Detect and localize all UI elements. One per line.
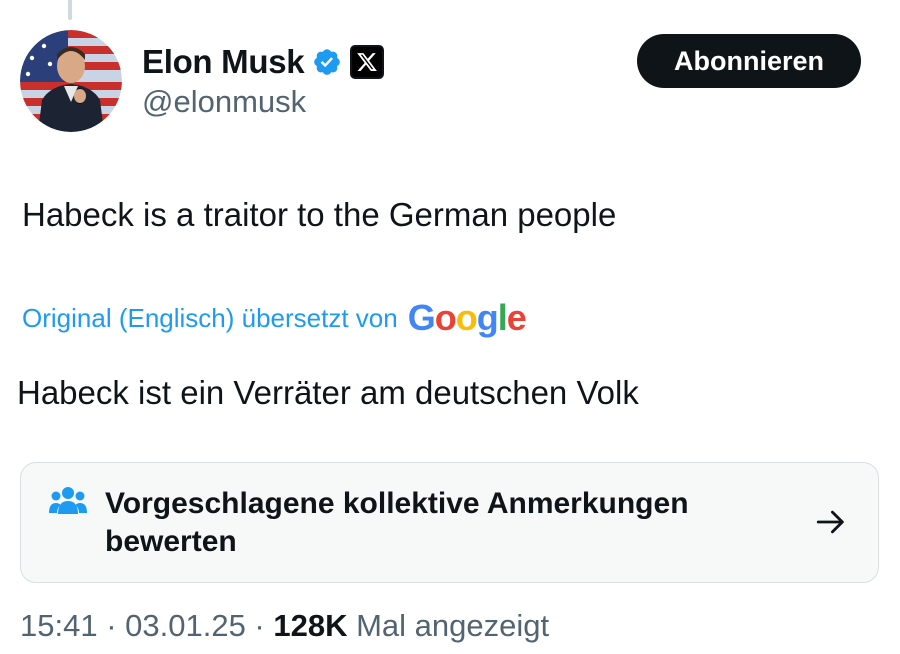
google-logo-letter: o bbox=[434, 297, 457, 338]
tweet-time[interactable]: 15:41 bbox=[20, 608, 98, 643]
avatar[interactable] bbox=[20, 30, 122, 132]
views-count: 128K bbox=[273, 608, 348, 643]
thread-connector-line bbox=[68, 0, 72, 20]
author-name-row: Elon Musk bbox=[142, 40, 385, 84]
community-notes-card[interactable]: Vorgeschlagene kollektive Anmerkungen be… bbox=[20, 462, 879, 583]
translated-tweet-text: Habeck ist ein Verräter am deutschen Vol… bbox=[17, 374, 639, 411]
translation-label[interactable]: Original (Englisch) übersetzt von bbox=[22, 303, 398, 334]
google-logo: Google bbox=[407, 297, 527, 338]
translation-attribution: Original (Englisch) übersetzt von Google bbox=[22, 297, 527, 338]
google-logo-letter: e bbox=[506, 297, 527, 338]
author-display-name[interactable]: Elon Musk bbox=[142, 43, 305, 81]
author-handle[interactable]: @elonmusk bbox=[142, 84, 306, 120]
people-icon bbox=[49, 485, 87, 515]
tweet-meta: 15:41 · 03.01.25 · 128K Mal angezeigt bbox=[20, 608, 549, 644]
tweet-date[interactable]: 03.01.25 bbox=[125, 608, 246, 643]
google-logo-letter: g bbox=[476, 297, 499, 338]
google-logo-letter: o bbox=[455, 297, 478, 338]
meta-separator: · bbox=[245, 608, 274, 643]
verified-badge-icon[interactable] bbox=[312, 47, 342, 77]
google-logo-letter: l bbox=[497, 297, 508, 338]
tweet-view: Elon Musk @elonmusk Abonnieren Habeck is… bbox=[0, 0, 900, 654]
arrow-right-icon bbox=[814, 505, 848, 539]
meta-separator: · bbox=[97, 608, 126, 643]
follow-button[interactable]: Abonnieren bbox=[637, 34, 861, 88]
views-label: Mal angezeigt bbox=[356, 608, 550, 643]
x-logo-icon[interactable] bbox=[350, 45, 385, 79]
community-notes-label: Vorgeschlagene kollektive Anmerkungen be… bbox=[105, 487, 689, 558]
tweet-text: Habeck is a traitor to the German people bbox=[22, 196, 617, 233]
avatar-image bbox=[20, 30, 122, 132]
google-logo-letter: G bbox=[407, 297, 436, 338]
